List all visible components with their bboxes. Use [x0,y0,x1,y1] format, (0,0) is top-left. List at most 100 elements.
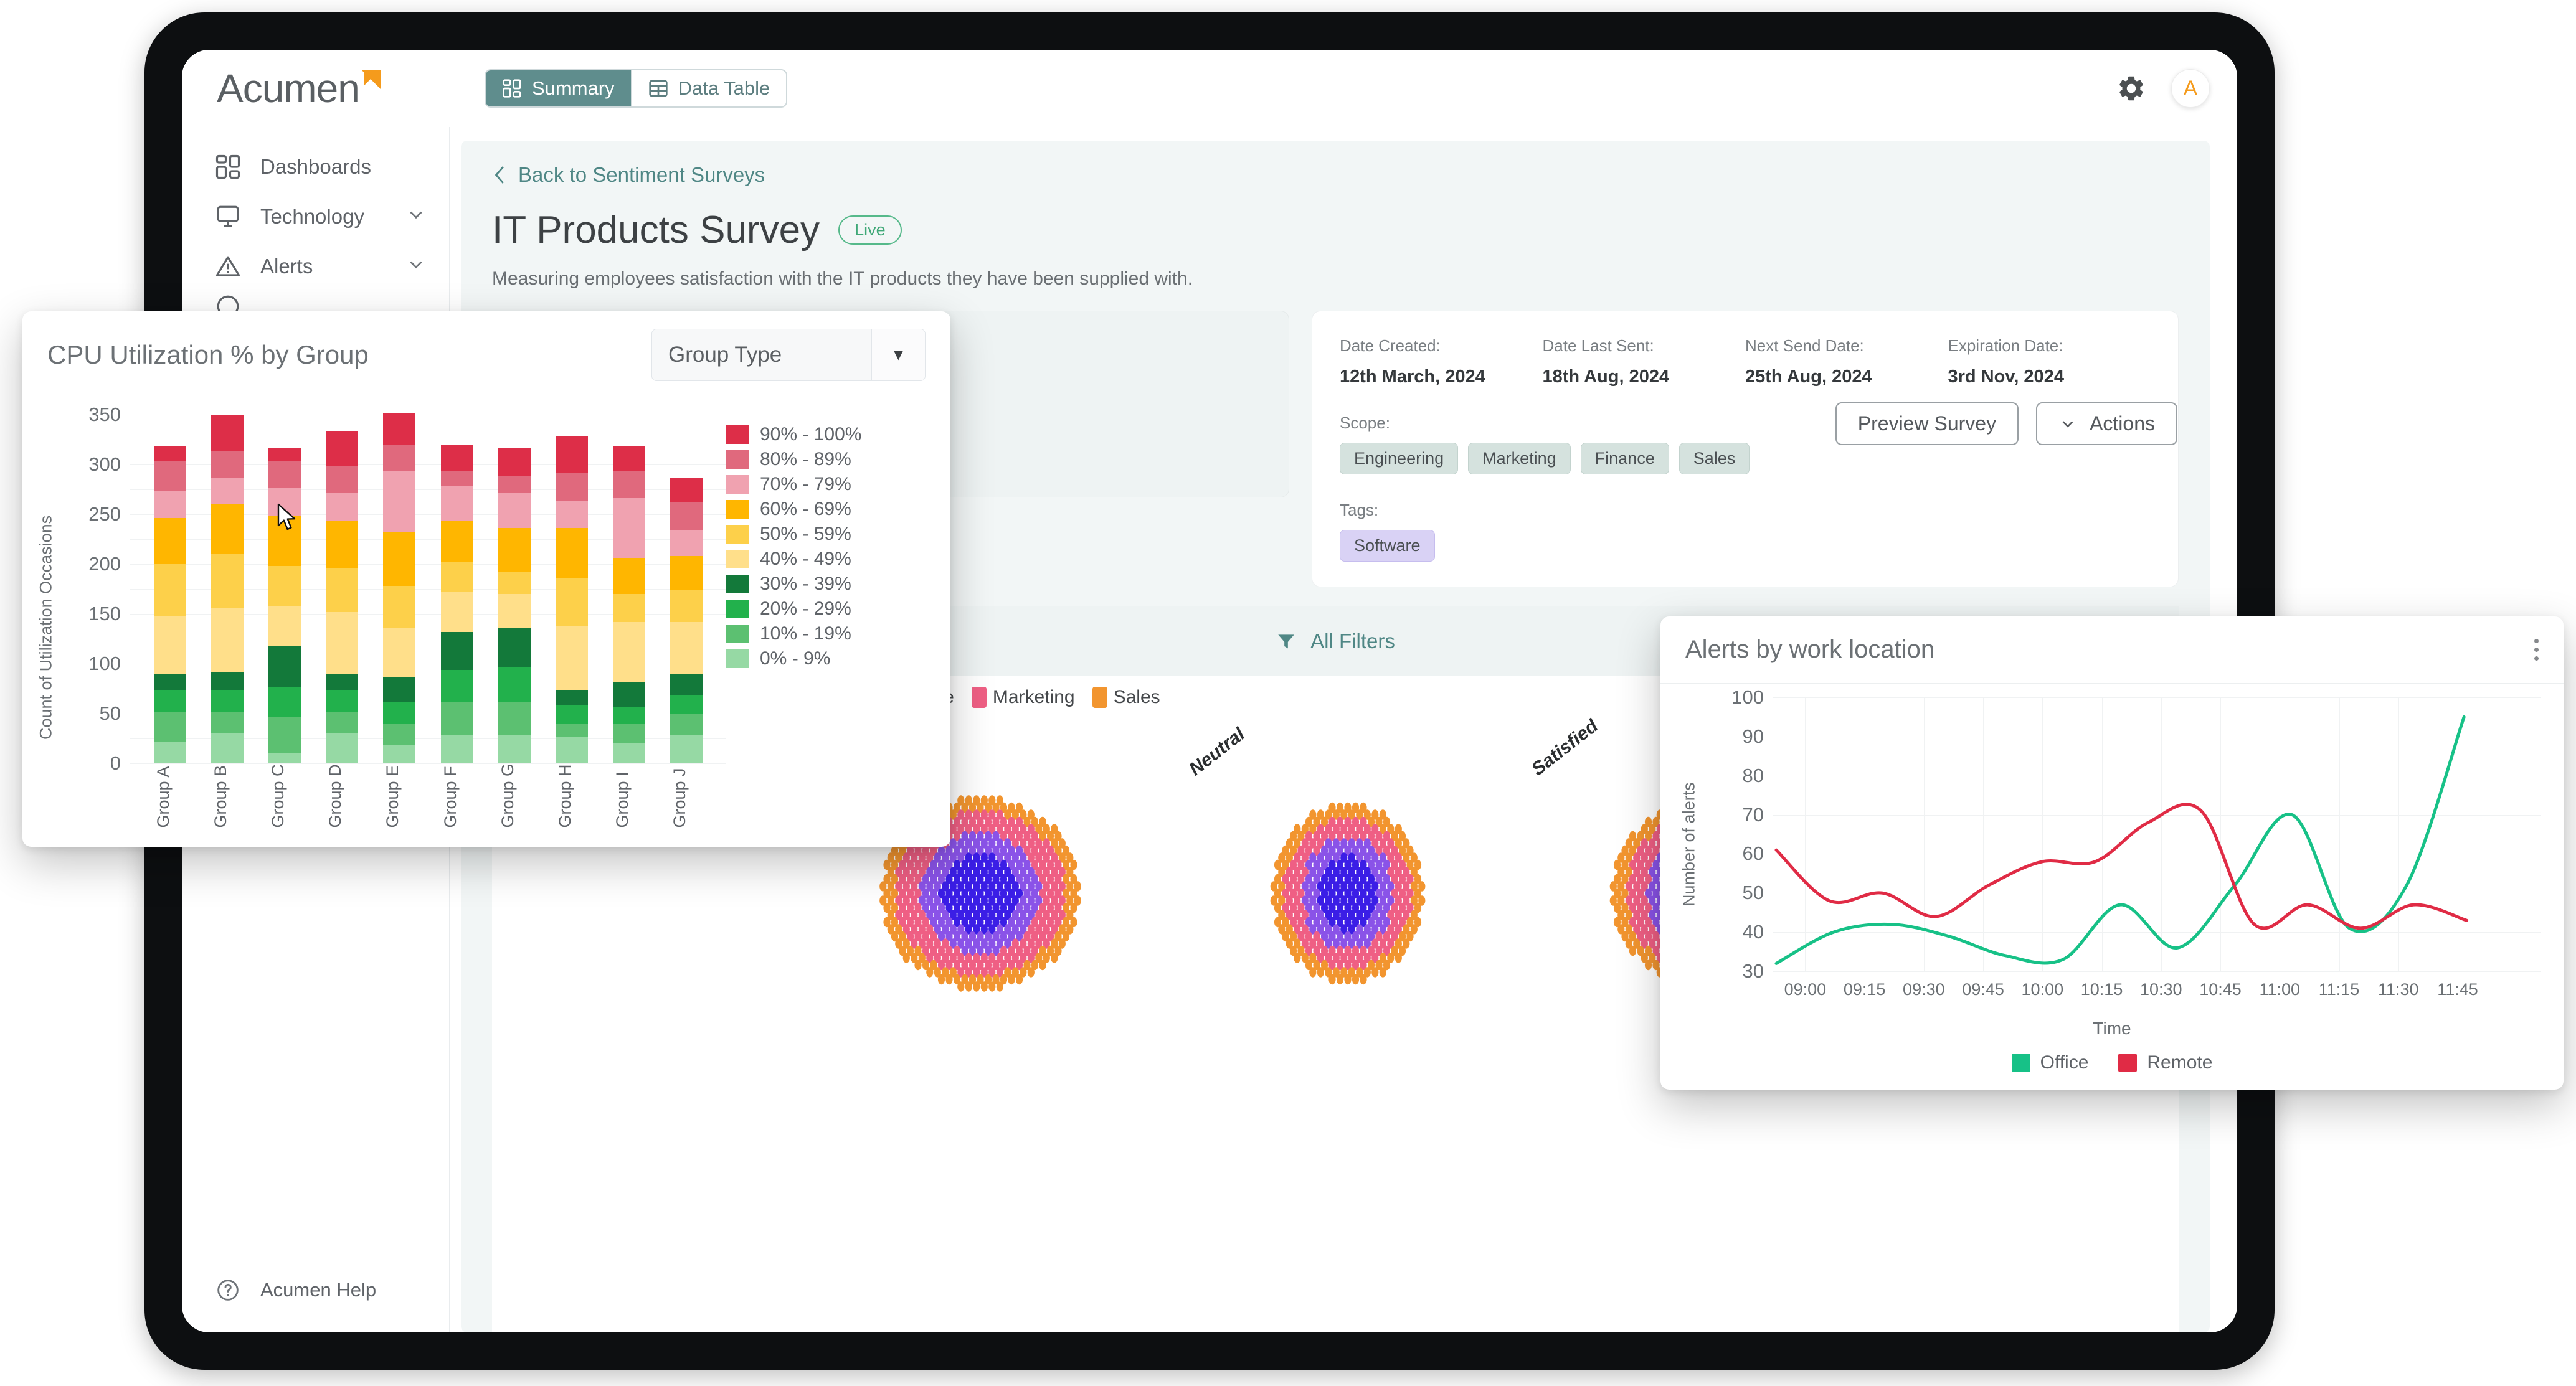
bar-column[interactable] [498,448,531,763]
cpu-legend-item[interactable]: 80% - 89% [726,447,932,472]
bar-segment[interactable] [326,733,359,763]
bar-segment[interactable] [440,470,473,487]
sidebar-help[interactable]: Acumen Help [182,1276,449,1332]
group-type-select[interactable]: Group Type ▼ [651,328,926,381]
avatar[interactable]: A [2171,69,2210,108]
bar-segment[interactable] [326,689,359,712]
bar-segment[interactable] [612,594,645,622]
bar-segment[interactable] [211,671,244,690]
bar-column[interactable] [555,436,588,763]
bar-segment[interactable] [440,592,473,632]
cpu-legend-item[interactable]: 10% - 19% [726,621,932,646]
bar-segment[interactable] [555,500,588,529]
bar-segment[interactable] [154,741,187,763]
bar-segment[interactable] [612,681,645,708]
kebab-menu-icon[interactable] [2534,639,2539,661]
bar-segment[interactable] [154,711,187,742]
bar-segment[interactable] [154,446,187,461]
bar-segment[interactable] [440,562,473,592]
bar-segment[interactable] [498,701,531,736]
actions-button[interactable]: Actions [2036,402,2177,445]
bar-column[interactable] [268,448,301,763]
bar-segment[interactable] [670,695,703,714]
bar-segment[interactable] [211,608,244,672]
bar-segment[interactable] [670,478,703,502]
bar-segment[interactable] [555,528,588,578]
sidebar-item-alerts[interactable]: Alerts [182,242,449,291]
bar-segment[interactable] [154,460,187,491]
bar-segment[interactable] [154,616,187,674]
bar-segment[interactable] [555,472,588,501]
bar-segment[interactable] [383,745,416,763]
legend-item-sales[interactable]: Sales [1092,687,1160,708]
tab-data-table[interactable]: Data Table [632,70,787,106]
bar-segment[interactable] [211,478,244,505]
bar-segment[interactable] [268,687,301,718]
legend-item-marketing[interactable]: Marketing [971,687,1075,708]
bar-segment[interactable] [440,701,473,736]
bar-segment[interactable] [268,606,301,646]
bar-segment[interactable] [670,502,703,530]
bar-column[interactable] [612,446,645,763]
all-filters-button[interactable]: All Filters [1276,629,1395,653]
bar-segment[interactable] [612,498,645,559]
bar-segment[interactable] [498,448,531,477]
bar-segment[interactable] [612,558,645,595]
bar-segment[interactable] [498,572,531,595]
tag-chip[interactable]: Software [1340,530,1435,562]
bar-segment[interactable] [498,667,531,702]
bar-segment[interactable] [268,717,301,753]
bar-segment[interactable] [154,674,187,690]
bar-column[interactable] [383,412,416,763]
bar-segment[interactable] [670,714,703,736]
bar-segment[interactable] [440,486,473,521]
bar-segment[interactable] [211,554,244,608]
bar-segment[interactable] [326,711,359,733]
bar-segment[interactable] [211,415,244,451]
bar-segment[interactable] [326,430,359,467]
bar-segment[interactable] [440,669,473,702]
cpu-legend-item[interactable]: 70% - 79% [726,472,932,497]
bar-segment[interactable] [211,689,244,712]
bar-segment[interactable] [154,490,187,519]
bar-segment[interactable] [555,705,588,724]
bar-column[interactable] [154,446,187,763]
bar-segment[interactable] [211,450,244,479]
bar-segment[interactable] [326,492,359,521]
bar-segment[interactable] [555,737,588,763]
tab-summary[interactable]: Summary [486,70,631,106]
bar-segment[interactable] [154,518,187,565]
bar-segment[interactable] [326,520,359,568]
bar-segment[interactable] [211,733,244,763]
bar-segment[interactable] [383,628,416,678]
brand-logo[interactable]: Acumen [217,65,485,111]
cpu-legend-item[interactable]: 60% - 69% [726,497,932,522]
bar-segment[interactable] [383,677,416,702]
bar-segment[interactable] [670,735,703,763]
bar-segment[interactable] [555,689,588,706]
bar-segment[interactable] [498,492,531,529]
bar-segment[interactable] [670,621,703,674]
bar-segment[interactable] [268,646,301,688]
bar-segment[interactable] [268,566,301,606]
bar-segment[interactable] [498,594,531,628]
bar-column[interactable] [326,430,359,763]
bar-segment[interactable] [383,724,416,746]
bar-segment[interactable] [440,735,473,763]
bar-segment[interactable] [498,476,531,493]
scope-chip[interactable]: Marketing [1468,443,1571,474]
cpu-legend-item[interactable]: 40% - 49% [726,547,932,572]
bar-segment[interactable] [440,445,473,471]
alerts-legend-item[interactable]: Remote [2118,1052,2212,1073]
bar-segment[interactable] [612,743,645,763]
bar-segment[interactable] [612,707,645,724]
preview-survey-button[interactable]: Preview Survey [1835,402,2019,445]
bar-segment[interactable] [440,520,473,562]
scope-chip[interactable]: Sales [1679,443,1750,474]
bar-segment[interactable] [383,470,416,532]
bar-segment[interactable] [555,578,588,626]
gear-icon[interactable] [2116,73,2146,103]
bar-segment[interactable] [612,621,645,682]
cpu-legend-item[interactable]: 0% - 9% [726,646,932,671]
sidebar-item-dashboards[interactable]: Dashboards [182,142,449,192]
